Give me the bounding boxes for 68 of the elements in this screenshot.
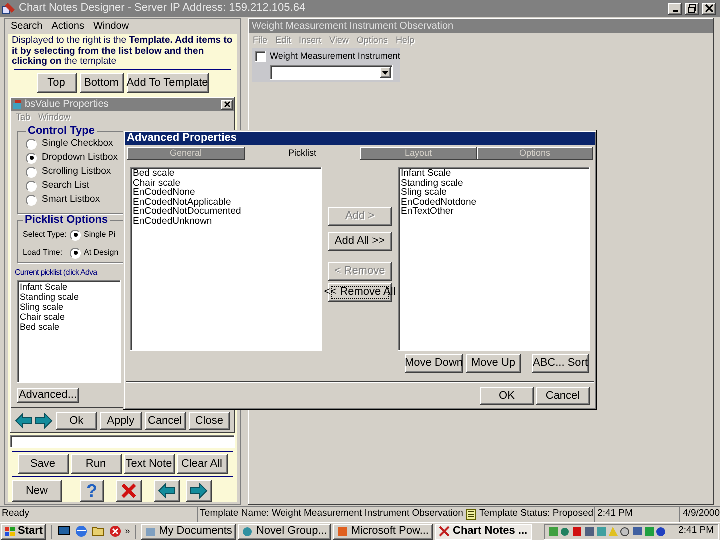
- radio-label: Dropdown Listbox: [42, 153, 118, 163]
- list-item[interactable]: Infant Scale: [20, 282, 68, 292]
- order-button[interactable]: Move Up: [466, 354, 521, 373]
- instructions-text: Displayed to the right is the Template. Add items to it by selecting from the list below and then clicking on the template: [11, 36, 234, 68]
- status-date: 4/9/2000: [679, 507, 720, 522]
- field-label: Load Time:: [23, 249, 64, 257]
- list-item[interactable]: Standing scale: [401, 178, 464, 188]
- list-item[interactable]: EnCodedNotDocumented: [133, 207, 242, 216]
- status-text: Template Name: Weight Measurement Instrument Observation: [197, 507, 464, 522]
- list-item[interactable]: Infant Scale: [401, 169, 452, 178]
- list-item[interactable]: Sling scale: [401, 188, 447, 198]
- list-item[interactable]: EnCodedNotdone: [401, 198, 477, 207]
- dialog-button[interactable]: OK: [480, 387, 534, 405]
- list-item[interactable]: Bed scale: [133, 169, 175, 178]
- dialog-button[interactable]: Close: [188, 412, 230, 430]
- status-text: Template Status: Proposed: [479, 507, 594, 522]
- radio-label: Smart Listbox: [42, 195, 100, 205]
- list-item[interactable]: Standing scale: [20, 292, 80, 302]
- radio-label: Search List: [42, 181, 90, 191]
- list-item[interactable]: EnCodedNotApplicable: [133, 198, 232, 207]
- menu-item[interactable]: Window: [93, 22, 130, 32]
- list-item[interactable]: Sling scale: [20, 302, 64, 312]
- list-item[interactable]: EnCodedNone: [133, 188, 196, 198]
- more-button[interactable]: »: [125, 527, 130, 536]
- action-button[interactable]: Clear All: [176, 454, 228, 474]
- window-title: bsValue Properties: [25, 100, 109, 110]
- radio-label: At Design: [84, 249, 119, 257]
- start-button[interactable]: Start: [1, 524, 46, 540]
- dialog-button[interactable]: Cancel: [536, 387, 590, 405]
- dialog-button[interactable]: Apply: [100, 412, 142, 430]
- list-item[interactable]: Bed scale: [20, 322, 60, 332]
- field-label: Select Type:: [23, 231, 67, 239]
- menu-item[interactable]: Actions: [52, 22, 84, 32]
- list-item[interactable]: Chair scale: [133, 178, 181, 188]
- group-label: Control Type: [27, 126, 96, 137]
- template-button[interactable]: Bottom: [80, 73, 124, 93]
- window-title: Chart Notes Designer - Server IP Address: 159.212.105.64: [19, 1, 306, 16]
- help-button[interactable]: ?: [80, 480, 104, 502]
- taskbar-button[interactable]: Microsoft Pow...: [333, 524, 433, 540]
- radio-label: Single Checkbox: [42, 139, 114, 149]
- list-label: Current picklist (click Adva: [14, 269, 98, 277]
- action-button[interactable]: Run: [70, 454, 122, 474]
- radio-label: Scrolling Listbox: [42, 167, 112, 177]
- group-label: Picklist Options: [24, 215, 110, 226]
- list-item[interactable]: EnCodedUnknown: [133, 216, 212, 226]
- taskbar-button[interactable]: Novel Group...: [238, 524, 332, 540]
- radio-label: Single Pi: [84, 231, 116, 239]
- action-button[interactable]: Save: [18, 454, 68, 474]
- dialog-button[interactable]: Ok: [56, 412, 98, 430]
- menu-item[interactable]: Search: [11, 22, 43, 32]
- advanced-button[interactable]: Advanced...: [17, 388, 79, 403]
- checkbox-label: Weight Measurement Instrument: [270, 52, 400, 61]
- taskbar-button[interactable]: My Documents: [141, 524, 236, 540]
- list-item[interactable]: EnTextOther: [401, 207, 454, 216]
- clock: 2:41 PM: [678, 524, 714, 538]
- dialog-button[interactable]: Cancel: [144, 412, 186, 430]
- template-button[interactable]: Top: [36, 73, 76, 93]
- taskbar-button[interactable]: Chart Notes ...: [435, 524, 532, 540]
- status-text: Ready: [1, 507, 30, 522]
- status-time: 2:41 PM: [594, 507, 680, 522]
- order-button[interactable]: ABC... Sort: [532, 354, 589, 373]
- dialog-title: Advanced Properties: [125, 132, 595, 145]
- template-button[interactable]: Add To Template: [126, 73, 208, 93]
- window-title: Weight Measurement Instrument Observation: [249, 19, 713, 33]
- new-button[interactable]: New: [12, 480, 62, 502]
- move-button[interactable]: Add All >>: [328, 232, 392, 251]
- action-button[interactable]: Text Note: [124, 454, 174, 474]
- list-item[interactable]: Chair scale: [20, 312, 66, 322]
